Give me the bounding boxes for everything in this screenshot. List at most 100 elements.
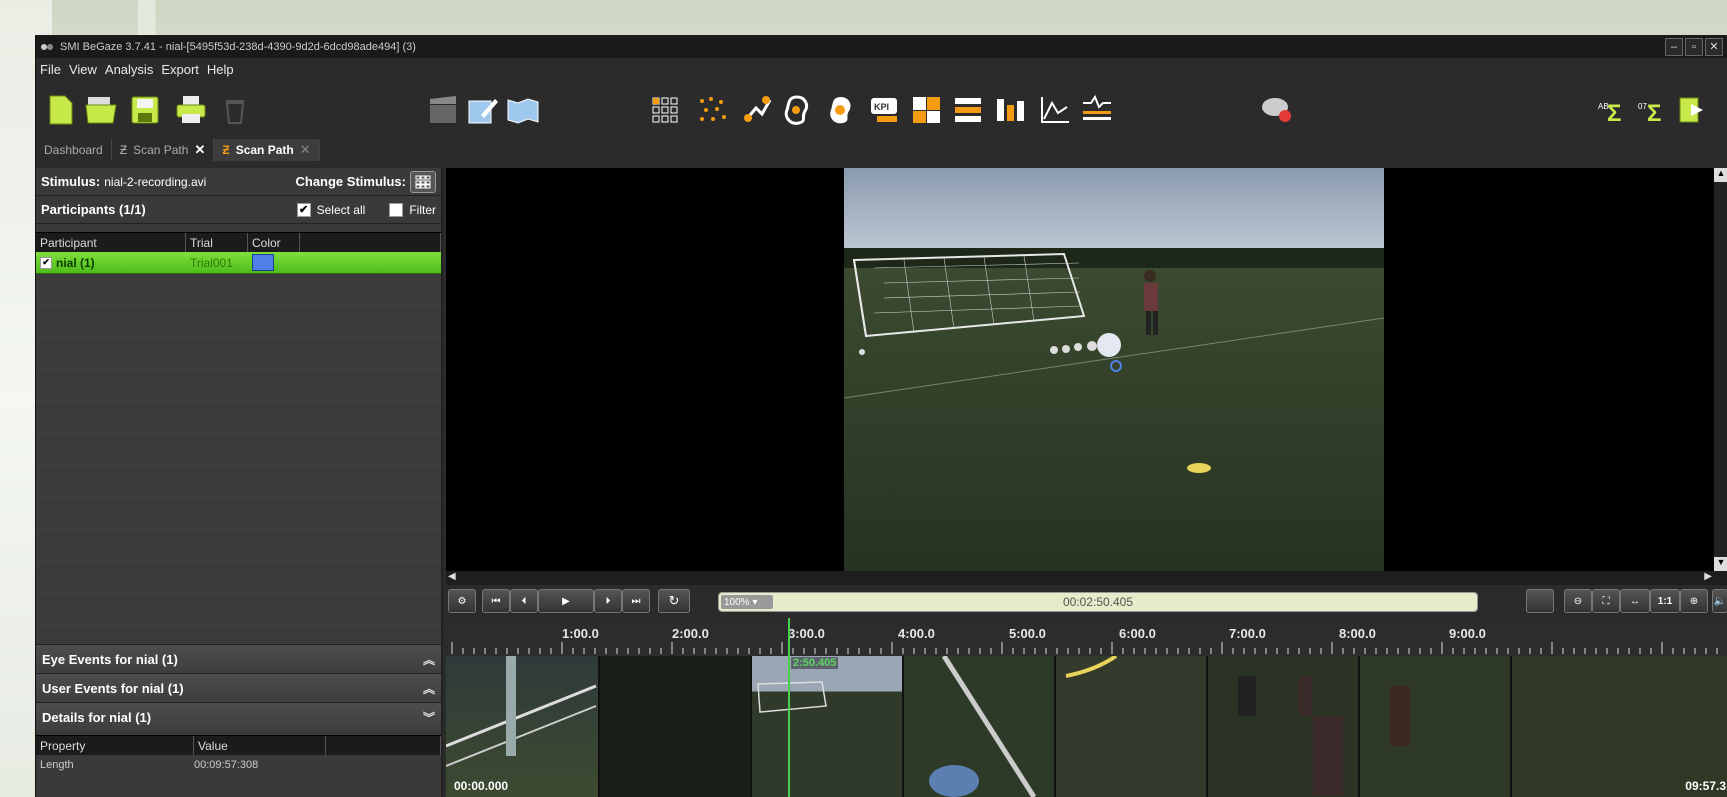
aoi-statistics-icon[interactable]: [994, 93, 1028, 127]
kpi-icon[interactable]: KPI: [868, 93, 902, 127]
bee-swarm-icon[interactable]: [696, 93, 730, 127]
ruler-label: 4:00.0: [898, 626, 935, 641]
actual-size-icon[interactable]: 1:1: [1650, 589, 1680, 613]
aoi-grid-icon[interactable]: [648, 93, 682, 127]
details-section[interactable]: Details for nial (1) ︾: [36, 702, 441, 731]
heat-map-icon[interactable]: [824, 93, 858, 127]
minimize-button[interactable]: –: [1665, 37, 1683, 56]
map-icon[interactable]: [506, 93, 540, 127]
play-icon[interactable]: ▶: [538, 589, 594, 613]
column-filler: [326, 736, 441, 755]
timeline-ruler[interactable]: 1:00.0 2:00.0 3:00.0 4:00.0 5:00.0 6:00.…: [446, 618, 1727, 656]
collapse-icon[interactable]: ︽: [423, 680, 435, 697]
video-thumbnail: [1512, 656, 1727, 797]
print-icon[interactable]: [174, 93, 208, 127]
table-row[interactable]: ✔ nial (1) Trial001: [36, 252, 441, 274]
fit-to-window-icon[interactable]: ⛶: [1592, 589, 1620, 613]
ruler-label: 9:00.0: [1449, 626, 1486, 641]
scroll-down-arrow-icon[interactable]: ▼: [1714, 557, 1727, 571]
export-data-icon[interactable]: [1676, 93, 1710, 127]
video-thumbnail-strip[interactable]: 00:00.000 09:57.3: [446, 656, 1727, 797]
video-thumbnail: [1360, 656, 1512, 797]
new-document-icon[interactable]: [44, 93, 78, 127]
title-bar: SMI BeGaze 3.7.41 - nial-[5495f53d-238d-…: [36, 35, 1727, 58]
close-button[interactable]: ✕: [1705, 37, 1723, 56]
video-viewer[interactable]: ▲ ▼: [446, 168, 1727, 571]
numeric-statistics-sigma-icon[interactable]: 07 Σ: [1636, 93, 1670, 127]
tab-scan-path-2[interactable]: Ƶ Scan Path ✕: [214, 139, 320, 161]
window-title: SMI BeGaze 3.7.41 - nial-[5495f53d-238d-…: [60, 40, 416, 53]
close-tab-icon[interactable]: ✕: [194, 142, 205, 158]
timeline-playhead[interactable]: [788, 618, 790, 797]
fit-width-icon[interactable]: ↔: [1620, 589, 1650, 613]
scroll-left-arrow-icon[interactable]: ◀: [448, 571, 456, 582]
menu-file[interactable]: File: [40, 62, 61, 77]
scroll-up-arrow-icon[interactable]: ▲: [1714, 168, 1727, 182]
close-tab-icon[interactable]: ✕: [300, 142, 311, 158]
column-property[interactable]: Property: [36, 736, 194, 755]
comment-record-icon[interactable]: [1260, 93, 1294, 127]
column-trial[interactable]: Trial: [186, 233, 248, 252]
participants-table-header: Participant Trial Color: [36, 232, 441, 252]
volume-icon[interactable]: 🔈: [1712, 589, 1727, 613]
column-participant[interactable]: Participant: [36, 233, 186, 252]
participant-checkbox[interactable]: ✔: [40, 256, 52, 269]
expand-icon[interactable]: ︾: [423, 709, 435, 726]
ruler-label: 8:00.0: [1339, 626, 1376, 641]
video-frame[interactable]: [844, 168, 1384, 571]
select-all-checkbox[interactable]: ✔: [296, 202, 311, 217]
participant-name: nial (1): [56, 255, 95, 270]
step-back-icon[interactable]: ⏴: [510, 589, 538, 613]
vertical-scrollbar[interactable]: ▲ ▼: [1714, 168, 1727, 571]
edit-stimulus-icon[interactable]: [466, 93, 500, 127]
line-graph-icon[interactable]: [1038, 93, 1072, 127]
column-color[interactable]: Color: [248, 233, 300, 252]
eye-events-section[interactable]: Eye Events for nial (1) ︽: [36, 644, 441, 673]
step-forward-icon[interactable]: ⏵: [594, 589, 622, 613]
participant-color-swatch[interactable]: [252, 253, 274, 271]
open-folder-icon[interactable]: [84, 93, 118, 127]
horizontal-scrollbar[interactable]: ◀ ▶: [446, 571, 1727, 585]
scan-path-icon[interactable]: [740, 93, 774, 127]
clapperboard-icon[interactable]: [426, 93, 460, 127]
delete-bin-icon[interactable]: [218, 93, 252, 127]
column-value[interactable]: Value: [194, 736, 326, 755]
zoom-in-icon[interactable]: ⊕: [1680, 589, 1708, 613]
details-table-header: Property Value: [36, 735, 441, 755]
save-icon[interactable]: [128, 93, 162, 127]
change-stimulus-button[interactable]: [410, 170, 436, 193]
menu-view[interactable]: View: [69, 62, 97, 77]
svg-text:Σ: Σ: [1647, 100, 1661, 125]
playback-progress-bar[interactable]: 100% ▾ 00:02:50.405: [718, 592, 1478, 612]
stimulus-row: Stimulus: nial-2-recording.avi Change St…: [36, 168, 441, 196]
filter-checkbox[interactable]: [389, 202, 404, 217]
menu-analysis[interactable]: Analysis: [105, 62, 153, 77]
skip-to-start-icon[interactable]: ⏮: [482, 589, 510, 613]
skip-to-end-icon[interactable]: ⏭: [622, 589, 650, 613]
loop-icon[interactable]: ↻: [658, 589, 690, 613]
sequence-chart-icon[interactable]: [952, 93, 986, 127]
menu-bar: File View Analysis Export Help: [36, 58, 1727, 80]
binning-chart-icon[interactable]: [910, 93, 944, 127]
timeline[interactable]: 1:00.0 2:00.0 3:00.0 4:00.0 5:00.0 6:00.…: [446, 618, 1727, 797]
focus-map-icon[interactable]: [780, 93, 814, 127]
scroll-right-arrow-icon[interactable]: ▶: [1704, 571, 1712, 582]
settings-gear-icon[interactable]: ⚙: [448, 589, 476, 613]
zoom-out-icon[interactable]: ⊖: [1564, 589, 1592, 613]
user-events-section[interactable]: User Events for nial (1) ︽: [36, 673, 441, 702]
menu-export[interactable]: Export: [161, 62, 199, 77]
playback-controls: ⚙ ⏮ ⏴ ▶ ⏵ ⏭ ↻ 100% ▾ 00:02:50.405 ⊖ ⛶ ↔ …: [446, 586, 1727, 616]
video-thumbnail: [752, 656, 904, 797]
menu-help[interactable]: Help: [207, 62, 234, 77]
tab-scan-path-1[interactable]: Ƶ Scan Path ✕: [112, 139, 215, 161]
tab-dashboard[interactable]: Dashboard: [36, 139, 112, 161]
ruler-label: 3:00.0: [788, 626, 825, 641]
tab-bar: Dashboard Ƶ Scan Path ✕ Ƶ Scan Path ✕: [36, 138, 1727, 161]
event-statistics-icon[interactable]: [1080, 93, 1114, 127]
trial-name: Trial001: [190, 255, 233, 270]
text-statistics-sigma-icon[interactable]: AB Σ: [1596, 93, 1630, 127]
restore-button[interactable]: ▫: [1685, 37, 1703, 56]
snapshot-button[interactable]: [1526, 589, 1554, 613]
property-value: 00:09:57:308: [194, 759, 259, 771]
collapse-icon[interactable]: ︽: [423, 651, 435, 668]
